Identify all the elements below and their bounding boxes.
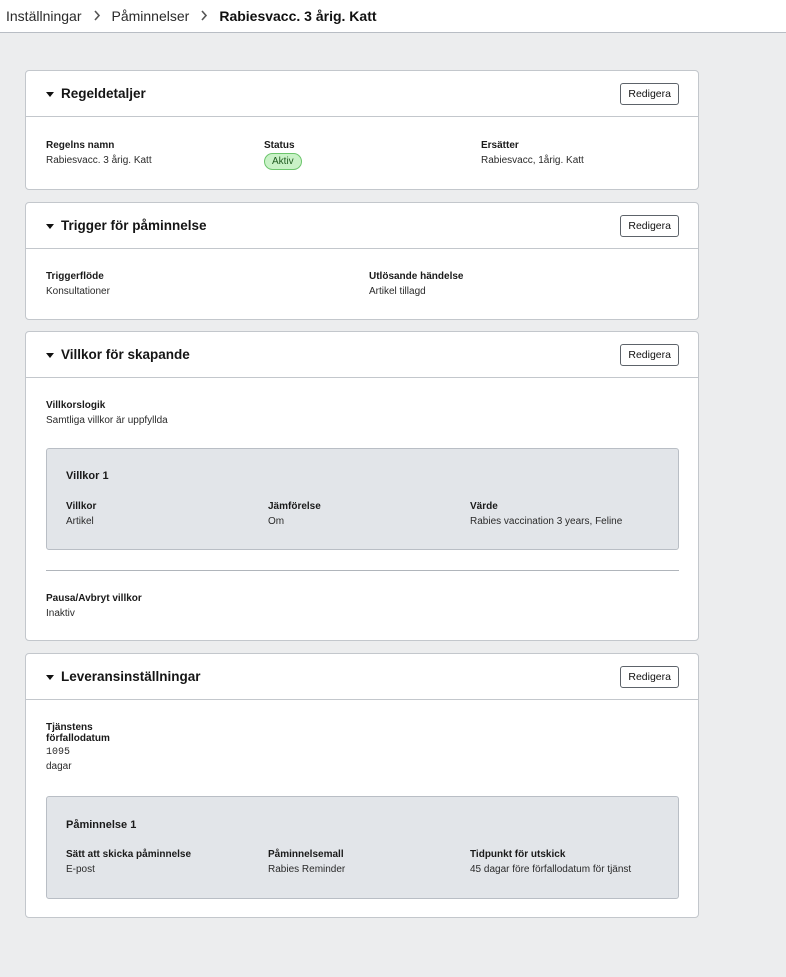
field-label: Triggerflöde <box>46 271 104 282</box>
condition-panel: Villkor 1 Villkor Artikel Jämförelse Om … <box>46 448 679 550</box>
conditions-card: Villkor för skapande Redigera Villkorslo… <box>25 331 699 641</box>
field-label: Utlösande händelse <box>369 271 464 282</box>
status-badge: Aktiv <box>264 153 302 170</box>
reminder-panel-title: Påminnelse 1 <box>66 819 137 831</box>
caret-down-icon <box>46 352 54 358</box>
breadcrumb: Inställningar Påminnelser Rabiesvacc. 3 … <box>0 0 786 33</box>
divider <box>46 570 679 571</box>
field-value: Samtliga villkor är uppfyllda <box>46 415 168 426</box>
field-value: 45 dagar före förfallodatum för tjänst <box>470 864 632 875</box>
caret-down-icon <box>46 674 54 680</box>
field-value: Artikel <box>66 516 94 527</box>
edit-button[interactable]: Redigera <box>620 82 679 105</box>
card-title: Leveransinställningar <box>61 669 201 684</box>
card-header: Leveransinställningar Redigera <box>26 654 698 700</box>
delivery-settings-card: Leveransinställningar Redigera Tjänstens… <box>25 653 699 918</box>
field-value: Artikel tillagd <box>369 286 426 297</box>
chevron-right-icon <box>82 9 112 24</box>
rule-details-card: Regeldetaljer Redigera Regelns namn Rabi… <box>25 70 699 190</box>
card-header: Regeldetaljer Redigera <box>26 71 698 117</box>
field-value: Konsultationer <box>46 286 110 297</box>
edit-button[interactable]: Redigera <box>620 665 679 688</box>
condition-panel-title: Villkor 1 <box>66 470 109 482</box>
field-label: Regelns namn <box>46 140 115 151</box>
edit-button[interactable]: Redigera <box>620 343 679 366</box>
field-value: Inaktiv <box>46 608 75 619</box>
field-label: Status <box>264 140 295 151</box>
field-label: Påminnelsemall <box>268 849 344 860</box>
field-label: Sätt att skicka påminnelse <box>66 849 192 860</box>
field-value: Rabies Reminder <box>268 864 346 875</box>
pause-condition-field: Pausa/Avbryt villkor Inaktiv <box>46 593 142 619</box>
field-value: E-post <box>66 864 95 875</box>
breadcrumb-item-reminders[interactable]: Påminnelser <box>112 8 190 24</box>
card-title-toggle[interactable]: Villkor för skapande <box>46 347 190 362</box>
card-title-toggle[interactable]: Leveransinställningar <box>46 669 201 684</box>
caret-down-icon <box>46 91 54 97</box>
field-label: Pausa/Avbryt villkor <box>46 593 142 604</box>
edit-button[interactable]: Redigera <box>620 214 679 237</box>
reminder-template-field: Påminnelsemall Rabies Reminder <box>268 849 345 875</box>
reminder-panel: Påminnelse 1 Sätt att skicka påminnelse … <box>46 796 679 899</box>
condition-logic-field: Villkorslogik Samtliga villkor är uppfyl… <box>46 400 168 426</box>
field-label: Villkor <box>66 501 97 512</box>
send-method-field: Sätt att skicka påminnelse E-post <box>66 849 191 875</box>
condition-value-field: Värde Rabies vaccination 3 years, Feline <box>470 501 622 527</box>
card-title-toggle[interactable]: Trigger för påminnelse <box>46 218 207 233</box>
field-label: förfallodatum <box>46 733 110 744</box>
trigger-card: Trigger för påminnelse Redigera Triggerf… <box>25 202 699 320</box>
service-due-field: Tjänstens förfallodatum 1095 dagar <box>46 722 110 772</box>
trigger-flow-field: Triggerflöde Konsultationer <box>46 271 110 297</box>
card-header: Trigger för påminnelse Redigera <box>26 203 698 249</box>
field-value: Rabies vaccination 3 years, Feline <box>470 516 623 527</box>
condition-comparison-field: Jämförelse Om <box>268 501 321 527</box>
breadcrumb-item-current: Rabiesvacc. 3 årig. Katt <box>219 8 377 24</box>
breadcrumb-item-settings[interactable]: Inställningar <box>6 8 82 24</box>
field-value: Rabiesvacc, 1årig. Katt <box>481 155 584 166</box>
rule-name-field: Regelns namn Rabiesvacc. 3 årig. Katt <box>46 140 152 166</box>
field-label: Villkorslogik <box>46 400 106 411</box>
chevron-right-icon <box>189 9 219 24</box>
field-value: Rabiesvacc. 3 årig. Katt <box>46 155 152 166</box>
status-field: Status Aktiv <box>264 140 302 170</box>
card-title: Villkor för skapande <box>61 347 190 362</box>
field-label: Värde <box>470 501 498 512</box>
card-title-toggle[interactable]: Regeldetaljer <box>46 86 146 101</box>
field-value: 1095 <box>46 747 71 758</box>
field-label: Jämförelse <box>268 501 321 512</box>
field-unit: dagar <box>46 761 72 772</box>
send-timing-field: Tidpunkt för utskick 45 dagar före förfa… <box>470 849 631 875</box>
caret-down-icon <box>46 223 54 229</box>
replaces-field: Ersätter Rabiesvacc, 1årig. Katt <box>481 140 584 166</box>
field-label: Tidpunkt för utskick <box>470 849 566 860</box>
field-label: Tjänstens <box>46 722 93 733</box>
card-title: Regeldetaljer <box>61 86 146 101</box>
field-value: Om <box>268 516 285 527</box>
trigger-event-field: Utlösande händelse Artikel tillagd <box>369 271 463 297</box>
field-label: Ersätter <box>481 140 519 151</box>
card-title: Trigger för påminnelse <box>61 218 207 233</box>
condition-type-field: Villkor Artikel <box>66 501 96 527</box>
card-header: Villkor för skapande Redigera <box>26 332 698 378</box>
